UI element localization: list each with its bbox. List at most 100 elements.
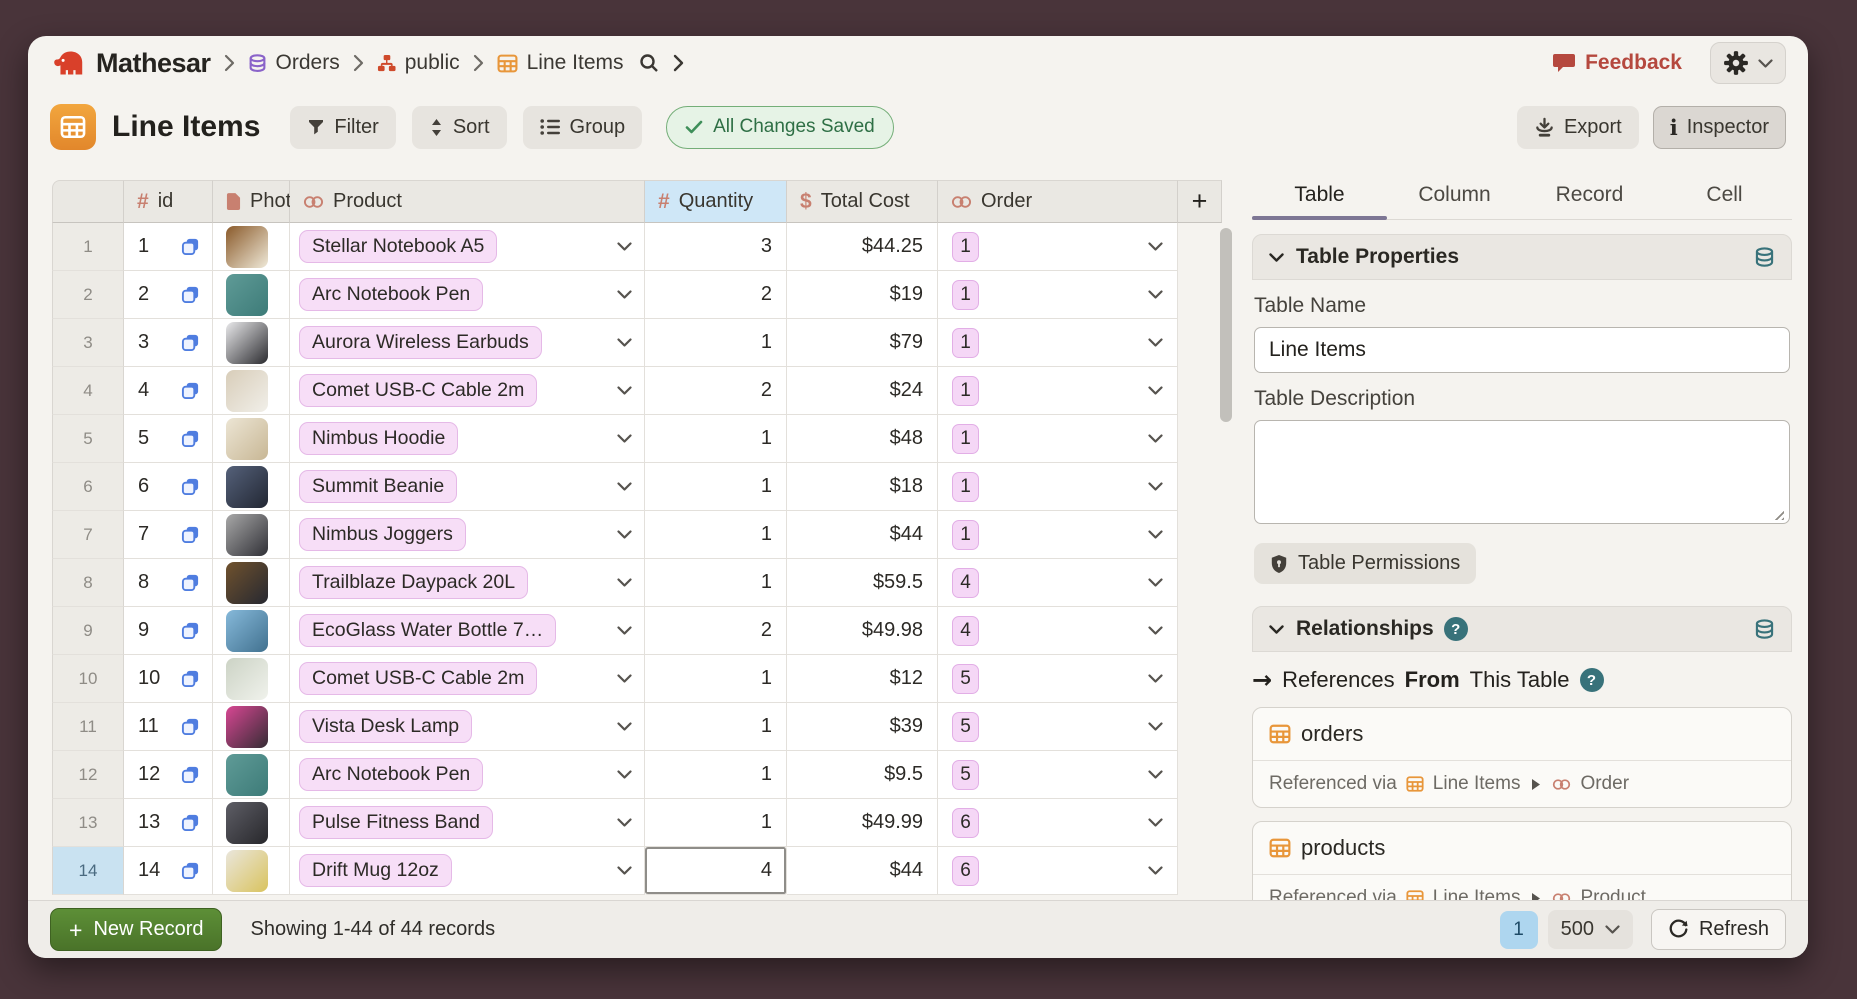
record-link-copy-icon[interactable]: [181, 477, 200, 496]
photo-cell[interactable]: [213, 367, 290, 415]
order-cell[interactable]: 5: [938, 655, 1178, 703]
quantity-cell[interactable]: 1: [645, 511, 787, 559]
page-number-button[interactable]: 1: [1500, 911, 1538, 949]
chevron-down-icon[interactable]: [617, 770, 632, 779]
record-link-copy-icon[interactable]: [181, 621, 200, 640]
record-link-copy-icon[interactable]: [181, 717, 200, 736]
id-cell[interactable]: 3: [124, 319, 213, 367]
order-cell[interactable]: 1: [938, 463, 1178, 511]
id-cell[interactable]: 7: [124, 511, 213, 559]
chevron-down-icon[interactable]: [617, 626, 632, 635]
order-chip[interactable]: 5: [952, 760, 979, 790]
chevron-down-icon[interactable]: [617, 530, 632, 539]
row-number-header[interactable]: [52, 180, 124, 223]
help-icon[interactable]: ?: [1580, 668, 1604, 692]
order-chip[interactable]: 1: [952, 232, 979, 262]
record-link-copy-icon[interactable]: [181, 237, 200, 256]
id-cell[interactable]: 14: [124, 847, 213, 895]
photo-cell[interactable]: [213, 703, 290, 751]
id-cell[interactable]: 11: [124, 703, 213, 751]
row-number-cell[interactable]: 2: [52, 271, 124, 319]
product-cell[interactable]: Summit Beanie: [290, 463, 645, 511]
order-chip[interactable]: 1: [952, 376, 979, 406]
column-header-id[interactable]: # id: [124, 180, 213, 223]
order-cell[interactable]: 1: [938, 319, 1178, 367]
id-cell[interactable]: 2: [124, 271, 213, 319]
order-cell[interactable]: 1: [938, 511, 1178, 559]
product-cell[interactable]: Comet USB-C Cable 2m: [290, 655, 645, 703]
chevron-down-icon[interactable]: [617, 386, 632, 395]
chevron-down-icon[interactable]: [1148, 530, 1163, 539]
product-chip[interactable]: Nimbus Joggers: [299, 518, 466, 551]
row-number-cell[interactable]: 12: [52, 751, 124, 799]
chevron-down-icon[interactable]: [1148, 434, 1163, 443]
row-number-cell[interactable]: 14: [52, 847, 124, 895]
total-cost-cell[interactable]: $44.25: [787, 223, 938, 271]
total-cost-cell[interactable]: $44: [787, 511, 938, 559]
relationships-header[interactable]: Relationships ?: [1252, 606, 1792, 652]
row-number-cell[interactable]: 6: [52, 463, 124, 511]
product-chip[interactable]: EcoGlass Water Bottle 7…: [299, 614, 556, 647]
id-cell[interactable]: 13: [124, 799, 213, 847]
quantity-cell[interactable]: 2: [645, 271, 787, 319]
photo-cell[interactable]: [213, 655, 290, 703]
chevron-down-icon[interactable]: [617, 818, 632, 827]
inspector-button[interactable]: i Inspector: [1653, 106, 1786, 149]
id-cell[interactable]: 8: [124, 559, 213, 607]
row-number-cell[interactable]: 8: [52, 559, 124, 607]
order-cell[interactable]: 6: [938, 799, 1178, 847]
photo-cell[interactable]: [213, 511, 290, 559]
table-permissions-button[interactable]: Table Permissions: [1254, 543, 1476, 584]
new-record-button[interactable]: + New Record: [50, 908, 222, 951]
chevron-down-icon[interactable]: [1148, 242, 1163, 251]
order-chip[interactable]: 1: [952, 472, 979, 502]
chevron-down-icon[interactable]: [617, 482, 632, 491]
chevron-down-icon[interactable]: [1148, 626, 1163, 635]
product-chip[interactable]: Nimbus Hoodie: [299, 422, 458, 455]
id-cell[interactable]: 9: [124, 607, 213, 655]
order-cell[interactable]: 5: [938, 703, 1178, 751]
order-chip[interactable]: 1: [952, 424, 979, 454]
search-icon[interactable]: [638, 52, 660, 74]
row-number-cell[interactable]: 7: [52, 511, 124, 559]
row-number-cell[interactable]: 11: [52, 703, 124, 751]
record-link-copy-icon[interactable]: [181, 669, 200, 688]
product-chip[interactable]: Summit Beanie: [299, 470, 457, 503]
product-chip[interactable]: Drift Mug 12oz: [299, 854, 452, 887]
product-cell[interactable]: Arc Notebook Pen: [290, 271, 645, 319]
add-column-button[interactable]: +: [1178, 180, 1222, 223]
chevron-down-icon[interactable]: [617, 578, 632, 587]
photo-cell[interactable]: [213, 559, 290, 607]
quantity-cell[interactable]: 1: [645, 559, 787, 607]
record-link-copy-icon[interactable]: [181, 525, 200, 544]
quantity-cell[interactable]: 1: [645, 703, 787, 751]
record-link-copy-icon[interactable]: [181, 333, 200, 352]
photo-cell[interactable]: [213, 607, 290, 655]
product-chip[interactable]: Arc Notebook Pen: [299, 278, 483, 311]
relationship-card-orders[interactable]: orders Referenced via Line Items Order: [1252, 707, 1792, 808]
order-chip[interactable]: 6: [952, 808, 979, 838]
id-cell[interactable]: 12: [124, 751, 213, 799]
product-cell[interactable]: Comet USB-C Cable 2m: [290, 367, 645, 415]
sort-button[interactable]: Sort: [412, 106, 507, 149]
id-cell[interactable]: 1: [124, 223, 213, 271]
chevron-down-icon[interactable]: [1148, 338, 1163, 347]
product-cell[interactable]: Drift Mug 12oz: [290, 847, 645, 895]
chevron-down-icon[interactable]: [1148, 578, 1163, 587]
chevron-down-icon[interactable]: [1148, 770, 1163, 779]
breadcrumb-table[interactable]: Line Items: [497, 51, 624, 75]
total-cost-cell[interactable]: $9.5: [787, 751, 938, 799]
photo-cell[interactable]: [213, 319, 290, 367]
order-cell[interactable]: 4: [938, 559, 1178, 607]
quantity-cell[interactable]: 3: [645, 223, 787, 271]
order-chip[interactable]: 6: [952, 856, 979, 886]
tab-table[interactable]: Table: [1252, 174, 1387, 219]
record-link-copy-icon[interactable]: [181, 765, 200, 784]
total-cost-cell[interactable]: $39: [787, 703, 938, 751]
quantity-cell[interactable]: 1: [645, 319, 787, 367]
quantity-cell[interactable]: 1: [645, 751, 787, 799]
table-name-input[interactable]: [1254, 327, 1790, 373]
column-header-total-cost[interactable]: $ Total Cost: [787, 180, 938, 223]
chevron-down-icon[interactable]: [617, 866, 632, 875]
row-number-cell[interactable]: 4: [52, 367, 124, 415]
